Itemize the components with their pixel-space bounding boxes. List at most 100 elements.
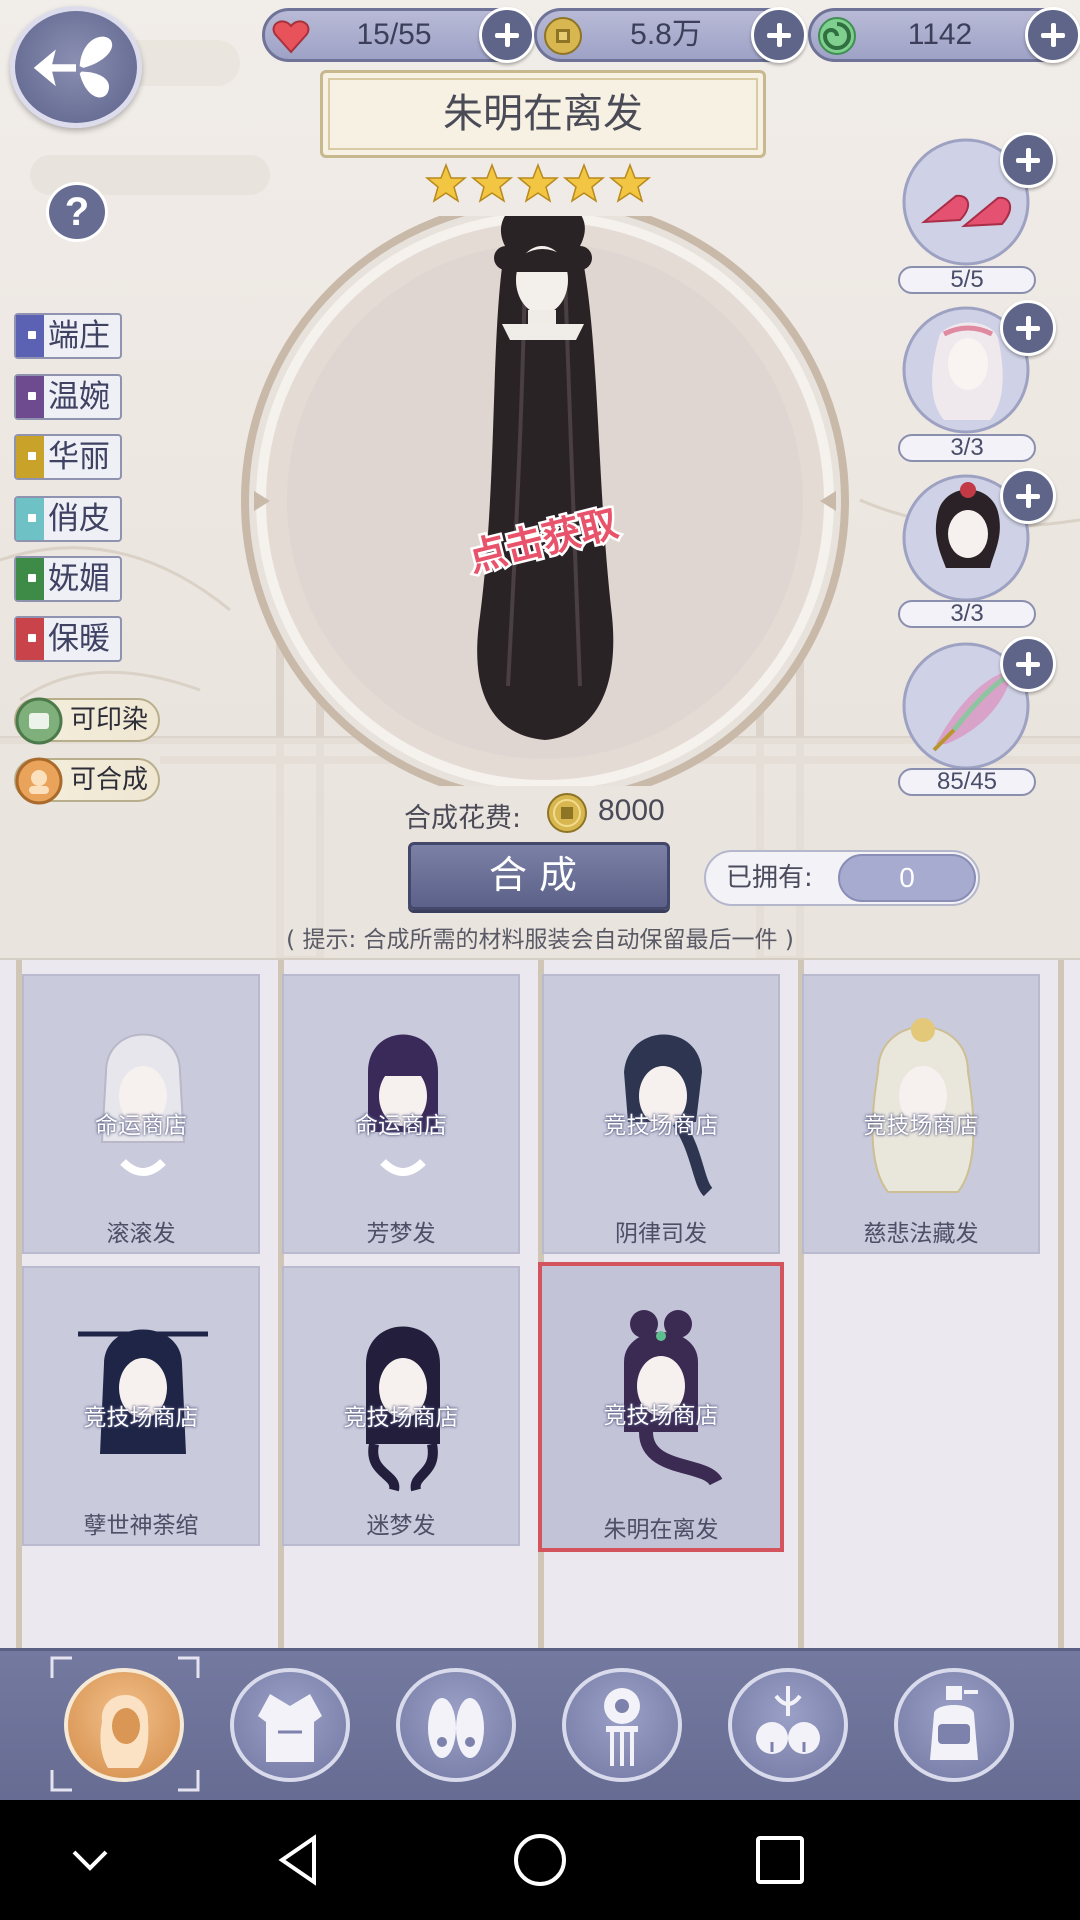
home-circle-icon[interactable]: [510, 1830, 570, 1890]
item-title-plate: 朱明在离发: [320, 70, 766, 158]
item-source: 竞技场商店: [863, 1113, 979, 1139]
style-tag-1: 温婉: [14, 374, 122, 420]
owned-count: 已拥有: 0: [704, 850, 980, 906]
material-white-hair-count: 3/3: [898, 434, 1036, 462]
item-source: 竞技场商店: [603, 1113, 719, 1139]
owned-label: 已拥有:: [726, 863, 813, 893]
back-triangle-icon[interactable]: [270, 1830, 330, 1890]
item-source: 竞技场商店: [603, 1403, 719, 1429]
stamina-counter: 15/55: [262, 7, 535, 63]
style-tag-2: 华丽: [14, 434, 122, 480]
category-hair[interactable]: [64, 1668, 184, 1782]
item-card-5[interactable]: 竞技场商店 迷梦发: [282, 1266, 520, 1546]
stamina-value: 15/55: [356, 18, 432, 51]
style-label: 温婉: [48, 379, 110, 415]
add-dark-hair-material-button[interactable]: [1000, 468, 1056, 524]
item-name: 芳梦发: [366, 1221, 436, 1247]
item-preview[interactable]: 点击获取: [240, 216, 850, 786]
item-source: 竞技场商店: [343, 1405, 459, 1431]
item-card-6-selected[interactable]: 竞技场商店 朱明在离发: [538, 1262, 784, 1552]
jade-value: 1142: [907, 18, 973, 51]
style-swatch: [16, 436, 44, 478]
item-card-4[interactable]: 竞技场商店 孽世神荼绾: [22, 1266, 260, 1546]
hair-category-icon: [100, 1694, 149, 1768]
item-name: 孽世神荼绾: [83, 1513, 199, 1539]
item-card-3[interactable]: 竞技场商店 慈悲法藏发: [802, 974, 1040, 1254]
coins-counter: 5.8万: [534, 7, 807, 63]
style-swatch: [16, 558, 44, 600]
cost-label: 合成花费:: [404, 803, 522, 834]
style-tag-5: 保暖: [14, 616, 122, 662]
category-shoes[interactable]: [396, 1668, 516, 1782]
system-navigation-bar: [0, 1800, 1080, 1920]
heart-icon: [272, 20, 310, 54]
star-icon: [562, 162, 606, 203]
dress-category-icon: [258, 1694, 322, 1762]
coin-icon: [544, 17, 582, 55]
cost-value: 8000: [598, 794, 665, 827]
synthesis-hint: ( 提示: 合成所需的材料服装会自动保留最后一件 ): [286, 927, 794, 953]
question-icon: ?: [64, 190, 90, 234]
item-name: 迷梦发: [366, 1513, 436, 1539]
dyeable-label: 可印染: [70, 705, 149, 735]
star-icon: [470, 162, 514, 203]
star-icon: [608, 162, 652, 203]
butterfly-back-icon: [33, 36, 113, 98]
add-jade-button[interactable]: [1025, 7, 1080, 63]
hairpin-category-icon: [604, 1688, 640, 1766]
material-feather-count: 85/45: [898, 768, 1036, 796]
synthesize-button[interactable]: 合成: [408, 842, 670, 910]
item-card-2[interactable]: 竞技场商店 阴律司发: [542, 974, 780, 1254]
category-accessory[interactable]: [728, 1668, 848, 1782]
add-stamina-button[interactable]: [479, 7, 535, 63]
item-source: 竞技场商店: [83, 1405, 199, 1431]
style-label: 俏皮: [48, 501, 110, 537]
style-tag-0: 端庄: [14, 313, 122, 359]
item-card-0[interactable]: 命运商店 滚滚发: [22, 974, 260, 1254]
item-card-1[interactable]: 命运商店 芳梦发: [282, 974, 520, 1254]
item-source: 命运商店: [355, 1113, 447, 1139]
star-icon: [516, 162, 560, 203]
style-label: 端庄: [48, 318, 110, 354]
item-source: 命运商店: [95, 1113, 187, 1139]
chevron-down-icon[interactable]: [60, 1830, 120, 1890]
jade-counter: 1142: [808, 7, 1080, 63]
add-white-hair-material-button[interactable]: [1000, 300, 1056, 356]
style-swatch: [16, 315, 44, 357]
jade-swirl-icon: [818, 17, 856, 55]
category-dress[interactable]: [230, 1668, 350, 1782]
material-dark-hair-count: 3/3: [898, 600, 1036, 628]
shoes-category-icon: [428, 1698, 484, 1758]
style-swatch: [16, 618, 44, 660]
material-shoes-count: 5/5: [898, 266, 1036, 294]
category-makeup[interactable]: [894, 1668, 1014, 1782]
star-rating: [424, 162, 652, 203]
category-hairpin[interactable]: [562, 1668, 682, 1782]
style-swatch: [16, 498, 44, 540]
item-name: 慈悲法藏发: [863, 1221, 979, 1247]
synthesizable-label: 可合成: [70, 765, 149, 795]
add-feather-material-button[interactable]: [1000, 636, 1056, 692]
style-label: 妩媚: [48, 561, 110, 597]
dyeable-badge: 可印染: [14, 697, 160, 745]
style-label: 保暖: [48, 621, 110, 657]
item-name: 滚滚发: [106, 1221, 176, 1247]
star-icon: [424, 162, 468, 203]
item-title: 朱明在离发: [443, 91, 643, 137]
owned-value: 0: [838, 854, 976, 902]
dye-icon: [15, 697, 63, 745]
bells-accessory-icon: [756, 1686, 820, 1754]
grid-rail: [1058, 960, 1064, 1650]
recents-square-icon[interactable]: [750, 1830, 810, 1890]
add-shoes-material-button[interactable]: [1000, 132, 1056, 188]
item-name: 阴律司发: [615, 1221, 707, 1247]
synthesizable-badge: 可合成: [14, 757, 160, 805]
style-tag-4: 妩媚: [14, 556, 122, 602]
back-button[interactable]: [10, 6, 142, 128]
coins-value: 5.8万: [630, 18, 702, 51]
makeup-jar-icon: [930, 1686, 978, 1760]
item-name: 朱明在离发: [603, 1517, 719, 1543]
help-button[interactable]: ?: [46, 182, 108, 242]
add-coins-button[interactable]: [751, 7, 807, 63]
style-swatch: [16, 376, 44, 418]
